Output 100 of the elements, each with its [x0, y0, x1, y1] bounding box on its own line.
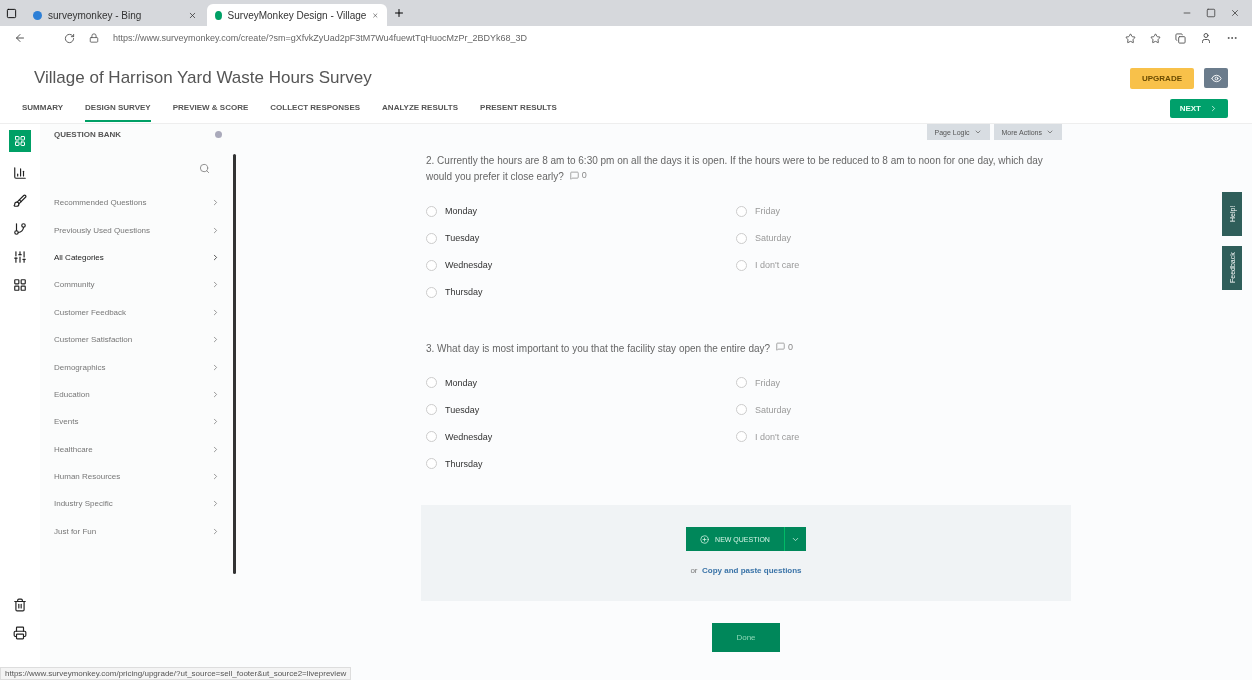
survey-title: Village of Harrison Yard Waste Hours Survey — [34, 68, 373, 88]
radio-button[interactable] — [736, 404, 747, 415]
category-item[interactable]: Education — [40, 380, 240, 409]
category-item[interactable]: Recommended Questions — [40, 189, 240, 217]
category-item[interactable]: Industry Specific — [40, 490, 240, 518]
option-label: Friday — [755, 206, 780, 216]
radio-button[interactable] — [736, 259, 747, 271]
comment-icon[interactable] — [569, 170, 579, 180]
next-button[interactable]: NEXT — [1169, 99, 1228, 118]
nav-tab[interactable]: ANALYZE RESULTS — [382, 95, 459, 122]
caret-icon — [973, 128, 982, 136]
tab-actions-icon[interactable] — [6, 7, 17, 19]
category-label: Industry Specific — [54, 499, 113, 509]
radio-button[interactable] — [426, 205, 437, 217]
radio-button[interactable] — [736, 431, 747, 442]
category-label: Education — [54, 389, 90, 399]
question-bank-tab[interactable] — [9, 130, 31, 152]
logic-icon[interactable] — [13, 222, 27, 236]
category-item[interactable]: Community — [40, 271, 240, 299]
chevron-icon — [1209, 104, 1218, 113]
reload-icon[interactable] — [64, 32, 75, 44]
favorite-icon[interactable] — [1125, 32, 1136, 44]
chevron-icon — [211, 526, 220, 536]
nav-tab[interactable]: COLLECT RESPONSES — [270, 95, 361, 122]
sliders-icon[interactable] — [13, 250, 27, 264]
category-label: Demographics — [54, 362, 106, 372]
status-url: https://www.surveymonkey.com/pricing/upgrade/?ut_source=sell_footer&ut_source2=livepreview — [0, 667, 352, 680]
site-icon — [33, 10, 42, 20]
settings-button[interactable] — [1204, 68, 1228, 88]
category-label: Customer Satisfaction — [54, 335, 133, 345]
comment-icon[interactable] — [776, 342, 786, 351]
radio-button[interactable] — [426, 232, 437, 244]
category-item[interactable]: Demographics — [40, 353, 240, 381]
scrollbar[interactable] — [233, 154, 236, 574]
category-item[interactable]: Customer Feedback — [40, 298, 240, 326]
maximize-icon[interactable] — [1206, 8, 1216, 18]
grid-icon[interactable] — [13, 278, 27, 292]
grid-icon — [14, 135, 26, 147]
category-item[interactable]: Customer Satisfaction — [40, 325, 240, 354]
radio-button[interactable] — [736, 232, 747, 244]
category-item[interactable]: Events — [40, 408, 240, 436]
or-text: or — [690, 566, 698, 575]
chevron-icon — [211, 417, 220, 427]
category-item[interactable]: Healthcare — [40, 435, 240, 463]
radio-button[interactable] — [736, 377, 747, 388]
chart-icon[interactable] — [13, 166, 27, 180]
site-icon — [215, 10, 222, 20]
browser-tab[interactable]: SurveyMonkey Design - Village — [207, 4, 387, 26]
close-icon[interactable] — [188, 10, 197, 20]
category-label: Events — [54, 417, 79, 427]
collections-icon[interactable] — [1175, 32, 1186, 44]
radio-button[interactable] — [736, 205, 747, 217]
chevron-icon — [211, 389, 220, 399]
category-item[interactable]: Previously Used Questions — [40, 216, 240, 244]
chevron-icon — [211, 252, 220, 262]
address-field[interactable]: https://www.surveymonkey.com/create/?sm=gXfvkZyUad2pF3tM7Wu4fuewtTqHuocMzPr_2BDYk68_3D — [113, 33, 1111, 43]
radio-button[interactable] — [426, 377, 437, 388]
chevron-icon — [211, 280, 220, 290]
close-icon[interactable] — [372, 10, 379, 20]
back-icon[interactable] — [14, 32, 26, 44]
nav-tab[interactable]: PRESENT RESULTS — [480, 95, 557, 122]
question-text: 2. Currently the hours are 8 am to 6:30 pm on all the days it is open. If the hours were to be reduced to 8 am to noon for one day, which day would you prefer it close early? 0 — [426, 154, 1044, 184]
nav-tab[interactable]: SUMMARY — [22, 95, 64, 122]
print-icon[interactable] — [13, 626, 27, 640]
radio-button[interactable] — [426, 458, 437, 469]
upgrade-button[interactable]: UPGRADE — [1130, 67, 1194, 89]
close-icon[interactable] — [1230, 8, 1240, 18]
category-label: Healthcare — [54, 444, 93, 454]
radio-button[interactable] — [426, 259, 437, 271]
category-item[interactable]: All Categories — [40, 243, 240, 272]
copy-paste-link[interactable]: Copy and paste questions — [702, 566, 802, 575]
radio-button[interactable] — [426, 404, 437, 415]
lock-icon — [89, 33, 99, 43]
done-button[interactable]: Done — [712, 623, 780, 652]
brush-icon[interactable] — [13, 194, 27, 208]
comment-count: 0 — [788, 340, 794, 354]
chevron-icon — [211, 444, 220, 454]
favorites-icon[interactable] — [1150, 32, 1161, 44]
new-tab-icon[interactable] — [393, 7, 405, 19]
option-label: Monday — [445, 377, 478, 388]
radio-button[interactable] — [426, 431, 437, 442]
info-icon[interactable] — [215, 131, 222, 138]
nav-tab[interactable]: PREVIEW & SCORE — [172, 95, 249, 122]
option-label: Saturday — [755, 404, 792, 415]
chevron-icon — [211, 335, 220, 345]
radio-button[interactable] — [426, 286, 437, 298]
search-icon — [199, 162, 210, 174]
category-label: Recommended Questions — [54, 198, 147, 208]
chevron-icon — [211, 307, 220, 317]
nav-tab[interactable]: DESIGN SURVEY — [85, 95, 151, 122]
browser-tab[interactable]: surveymonkey - Bing — [25, 4, 205, 26]
profile-icon[interactable] — [1200, 32, 1212, 44]
option-label: Wednesday — [445, 260, 493, 270]
category-item[interactable]: Just for Fun — [40, 517, 240, 546]
chevron-icon — [211, 472, 220, 482]
panel-title: QUESTION BANK — [54, 130, 122, 139]
trash-icon[interactable] — [13, 598, 27, 612]
category-item[interactable]: Human Resources — [40, 462, 240, 491]
category-label: All Categories — [54, 252, 104, 262]
eye-icon — [1210, 72, 1222, 84]
